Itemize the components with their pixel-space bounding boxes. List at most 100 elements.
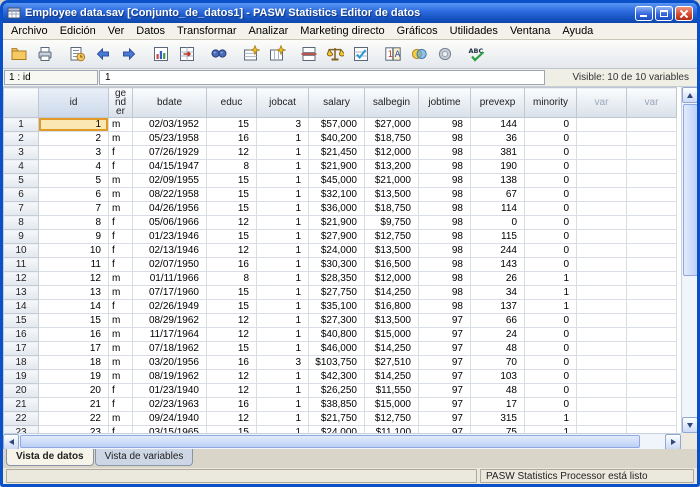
column-header-jobtime[interactable]: jobtime <box>419 88 471 118</box>
horizontal-scroll-thumb[interactable] <box>20 435 640 448</box>
cell-minority-2[interactable]: 0 <box>525 132 577 146</box>
row-header-13[interactable]: 13 <box>4 286 39 300</box>
cell-var1-4[interactable] <box>577 160 627 174</box>
row-header-18[interactable]: 18 <box>4 356 39 370</box>
row-header-11[interactable]: 11 <box>4 258 39 272</box>
cell-var1-15[interactable] <box>577 314 627 328</box>
row-header-21[interactable]: 21 <box>4 398 39 412</box>
value-labels-button[interactable]: 1A <box>381 42 405 66</box>
insert-variable-button[interactable] <box>265 42 289 66</box>
cell-id-7[interactable]: 7 <box>39 202 109 216</box>
row-header-3[interactable]: 3 <box>4 146 39 160</box>
cell-prevexp-7[interactable]: 114 <box>471 202 525 216</box>
goto-chart-button[interactable] <box>149 42 173 66</box>
cell-var1-19[interactable] <box>577 370 627 384</box>
cell-jobcat-18[interactable]: 3 <box>257 356 309 370</box>
cell-educ-5[interactable]: 15 <box>207 174 257 188</box>
cell-var2-12[interactable] <box>627 272 677 286</box>
cell-gender-9[interactable]: f <box>109 230 133 244</box>
cell-gender-8[interactable]: f <box>109 216 133 230</box>
cell-prevexp-4[interactable]: 190 <box>471 160 525 174</box>
select-all-corner[interactable] <box>4 88 39 118</box>
cell-var2-20[interactable] <box>627 384 677 398</box>
cell-minority-7[interactable]: 0 <box>525 202 577 216</box>
cell-educ-19[interactable]: 12 <box>207 370 257 384</box>
scroll-up-button[interactable] <box>682 87 698 103</box>
cell-jobtime-16[interactable]: 97 <box>419 328 471 342</box>
cell-prevexp-18[interactable]: 70 <box>471 356 525 370</box>
cell-var1-6[interactable] <box>577 188 627 202</box>
cell-prevexp-10[interactable]: 244 <box>471 244 525 258</box>
cell-salbegin-15[interactable]: $13,500 <box>365 314 419 328</box>
print-button[interactable] <box>33 42 57 66</box>
cell-var1-7[interactable] <box>577 202 627 216</box>
cell-var2-19[interactable] <box>627 370 677 384</box>
cell-salary-18[interactable]: $103,750 <box>309 356 365 370</box>
cell-educ-6[interactable]: 15 <box>207 188 257 202</box>
cell-salbegin-19[interactable]: $14,250 <box>365 370 419 384</box>
cell-salbegin-17[interactable]: $14,250 <box>365 342 419 356</box>
cell-jobtime-8[interactable]: 98 <box>419 216 471 230</box>
cell-id-21[interactable]: 21 <box>39 398 109 412</box>
cell-salary-1[interactable]: $57,000 <box>309 118 365 132</box>
cell-id-3[interactable]: 3 <box>39 146 109 160</box>
cell-gender-1[interactable]: m <box>109 118 133 132</box>
cell-jobcat-20[interactable]: 1 <box>257 384 309 398</box>
cell-minority-9[interactable]: 0 <box>525 230 577 244</box>
cell-jobcat-23[interactable]: 1 <box>257 426 309 434</box>
cell-jobtime-11[interactable]: 98 <box>419 258 471 272</box>
cell-minority-19[interactable]: 0 <box>525 370 577 384</box>
row-header-23[interactable]: 23 <box>4 426 39 434</box>
cell-gender-2[interactable]: m <box>109 132 133 146</box>
row-header-15[interactable]: 15 <box>4 314 39 328</box>
cell-jobtime-4[interactable]: 98 <box>419 160 471 174</box>
cell-bdate-16[interactable]: 11/17/1964 <box>133 328 207 342</box>
cell-id-4[interactable]: 4 <box>39 160 109 174</box>
cell-jobtime-9[interactable]: 98 <box>419 230 471 244</box>
menu-marketing-directo[interactable]: Marketing directo <box>294 24 390 38</box>
cell-bdate-2[interactable]: 05/23/1958 <box>133 132 207 146</box>
cell-var2-2[interactable] <box>627 132 677 146</box>
cell-id-23[interactable]: 23 <box>39 426 109 434</box>
cell-salbegin-20[interactable]: $11,550 <box>365 384 419 398</box>
cell-salary-13[interactable]: $27,750 <box>309 286 365 300</box>
cell-var2-10[interactable] <box>627 244 677 258</box>
cell-educ-1[interactable]: 15 <box>207 118 257 132</box>
cell-jobtime-3[interactable]: 98 <box>419 146 471 160</box>
cell-prevexp-3[interactable]: 381 <box>471 146 525 160</box>
cell-prevexp-8[interactable]: 0 <box>471 216 525 230</box>
cell-gender-7[interactable]: m <box>109 202 133 216</box>
cell-salary-20[interactable]: $26,250 <box>309 384 365 398</box>
cell-jobcat-2[interactable]: 1 <box>257 132 309 146</box>
column-header-var1[interactable]: var <box>577 88 627 118</box>
menu-ventana[interactable]: Ventana <box>504 24 556 38</box>
cell-salary-23[interactable]: $24,000 <box>309 426 365 434</box>
cell-id-17[interactable]: 17 <box>39 342 109 356</box>
goto-case-button[interactable] <box>175 42 199 66</box>
cell-var2-22[interactable] <box>627 412 677 426</box>
cell-salary-3[interactable]: $21,450 <box>309 146 365 160</box>
cell-bdate-11[interactable]: 02/07/1950 <box>133 258 207 272</box>
split-file-button[interactable] <box>297 42 321 66</box>
cell-var2-5[interactable] <box>627 174 677 188</box>
cell-gender-21[interactable]: f <box>109 398 133 412</box>
cell-id-14[interactable]: 14 <box>39 300 109 314</box>
cell-var1-5[interactable] <box>577 174 627 188</box>
dialog-recall-button[interactable] <box>65 42 89 66</box>
close-button[interactable] <box>675 6 693 21</box>
cell-prevexp-12[interactable]: 26 <box>471 272 525 286</box>
cell-salary-15[interactable]: $27,300 <box>309 314 365 328</box>
menu-edicion[interactable]: Edición <box>54 24 102 38</box>
cell-gender-23[interactable]: f <box>109 426 133 434</box>
open-data-button[interactable] <box>7 42 31 66</box>
cell-prevexp-9[interactable]: 115 <box>471 230 525 244</box>
insert-case-button[interactable] <box>239 42 263 66</box>
cell-bdate-10[interactable]: 02/13/1946 <box>133 244 207 258</box>
cell-var2-18[interactable] <box>627 356 677 370</box>
scroll-left-button[interactable] <box>3 434 19 450</box>
cell-value-field[interactable]: 1 <box>99 70 545 85</box>
cell-salary-16[interactable]: $40,800 <box>309 328 365 342</box>
cell-minority-17[interactable]: 0 <box>525 342 577 356</box>
cell-minority-4[interactable]: 0 <box>525 160 577 174</box>
cell-salbegin-18[interactable]: $27,510 <box>365 356 419 370</box>
